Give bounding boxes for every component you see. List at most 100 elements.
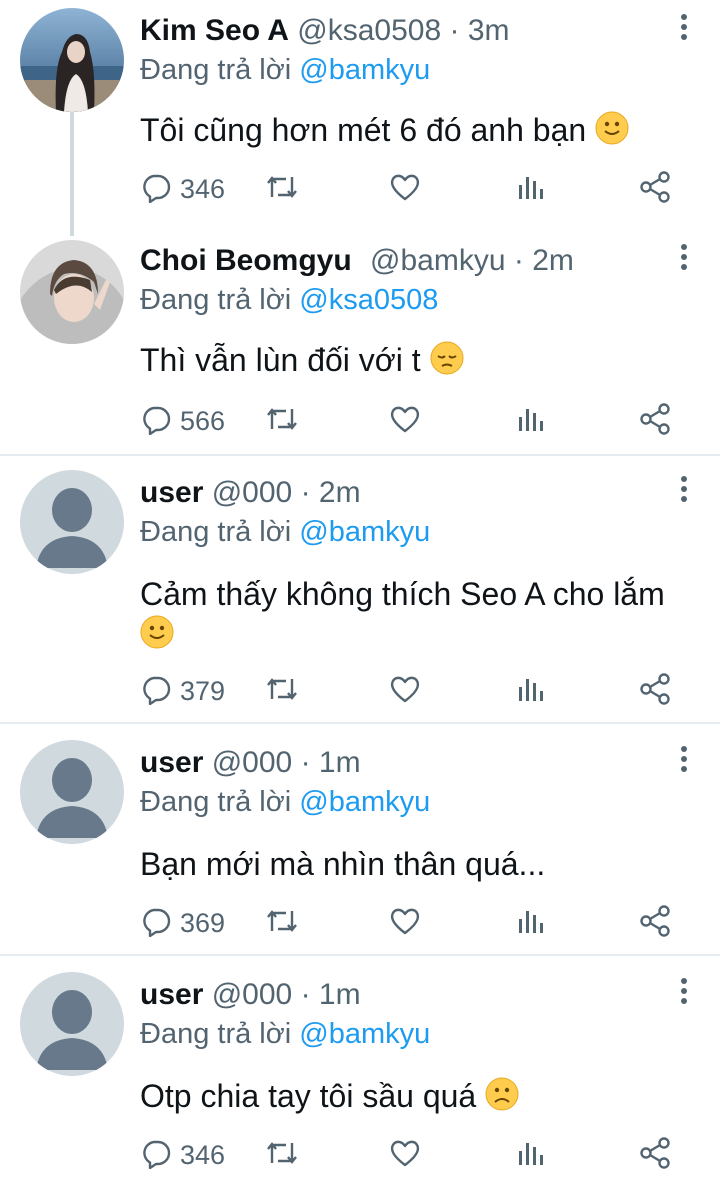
reply-context: Đang trả lời @bamkyu	[140, 54, 430, 87]
separator-dot: ·	[449, 14, 460, 47]
more-options-icon[interactable]	[678, 14, 690, 44]
retweet-icon	[264, 673, 300, 710]
tweet-text: Thì vẫn lùn đối với t	[140, 340, 700, 384]
slightly-smiling-face-emoji-icon	[595, 111, 629, 154]
display-name[interactable]: Kim Seo A	[140, 14, 289, 47]
user-handle[interactable]: @000	[212, 476, 293, 509]
display-name[interactable]: user	[140, 746, 203, 779]
avatar[interactable]	[20, 8, 124, 112]
reply-context: Đang trả lời @bamkyu	[140, 516, 430, 549]
tweet[interactable]: user @000 · 1m Đang trả lời @bamkyu Bạn …	[0, 732, 720, 954]
analytics-button[interactable]	[516, 404, 546, 438]
reply-to-mention[interactable]: @bamkyu	[299, 786, 430, 818]
like-button[interactable]	[388, 172, 422, 206]
share-button[interactable]	[638, 904, 672, 943]
reply-count: 566	[180, 405, 226, 436]
display-name[interactable]: user	[140, 476, 203, 509]
timestamp[interactable]: 1m	[319, 978, 361, 1011]
timestamp[interactable]: 2m	[532, 244, 574, 277]
tweet-text-content: Otp chia tay tôi sầu quá	[140, 1078, 477, 1114]
reply-prefix: Đang trả lời	[140, 284, 292, 316]
reply-prefix: Đang trả lời	[140, 54, 292, 86]
separator-dot: ·	[300, 476, 311, 509]
timestamp[interactable]: 2m	[319, 476, 361, 509]
reply-prefix: Đang trả lời	[140, 516, 292, 548]
reply-button[interactable]: 379	[140, 674, 225, 708]
reply-count: 346	[180, 173, 226, 204]
reply-to-mention[interactable]: @bamkyu	[299, 1018, 430, 1050]
heart-icon	[388, 1137, 422, 1174]
more-options-icon[interactable]	[678, 978, 690, 1008]
tweet[interactable]: user @000 · 2m Đang trả lời @bamkyu Cảm …	[0, 462, 720, 722]
separator-dot: ·	[300, 978, 311, 1011]
separator-dot: ·	[513, 244, 524, 277]
tweet-divider	[0, 954, 720, 956]
analytics-button[interactable]	[516, 172, 546, 206]
user-handle[interactable]: @000	[212, 978, 293, 1011]
share-icon	[638, 904, 672, 943]
reply-to-mention[interactable]: @ksa0508	[299, 284, 438, 316]
default-avatar[interactable]	[20, 972, 124, 1076]
share-button[interactable]	[638, 170, 672, 209]
user-handle[interactable]: @bamkyu	[370, 244, 506, 277]
retweet-button[interactable]	[264, 1138, 300, 1172]
reply-context: Đang trả lời @ksa0508	[140, 284, 438, 317]
analytics-button[interactable]	[516, 1138, 546, 1172]
slightly-smiling-face-emoji-icon	[140, 615, 174, 658]
tweet-text: Bạn mới mà nhìn thân quá...	[140, 844, 700, 884]
avatar[interactable]	[20, 240, 124, 344]
reply-to-mention[interactable]: @bamkyu	[299, 54, 430, 86]
share-icon	[638, 170, 672, 209]
share-icon	[638, 402, 672, 441]
heart-icon	[388, 673, 422, 710]
share-button[interactable]	[638, 402, 672, 441]
retweet-button[interactable]	[264, 404, 300, 438]
analytics-button[interactable]	[516, 674, 546, 708]
like-button[interactable]	[388, 404, 422, 438]
retweet-button[interactable]	[264, 172, 300, 206]
tweet[interactable]: user @000 · 1m Đang trả lời @bamkyu Otp …	[0, 964, 720, 1177]
reply-icon	[140, 1137, 172, 1174]
reply-context: Đang trả lời @bamkyu	[140, 786, 430, 819]
default-avatar[interactable]	[20, 470, 124, 574]
like-button[interactable]	[388, 674, 422, 708]
reply-prefix: Đang trả lời	[140, 786, 292, 818]
tweet-text: Tôi cũng hơn mét 6 đó anh bạn	[140, 110, 700, 154]
timestamp[interactable]: 1m	[319, 746, 361, 779]
timestamp[interactable]: 3m	[468, 14, 510, 47]
tweet-text-content: Tôi cũng hơn mét 6 đó anh bạn	[140, 112, 587, 148]
default-avatar[interactable]	[20, 740, 124, 844]
more-options-icon[interactable]	[678, 476, 690, 506]
share-icon	[638, 672, 672, 711]
analytics-button[interactable]	[516, 906, 546, 940]
like-button[interactable]	[388, 1138, 422, 1172]
bar-chart-icon	[516, 1137, 546, 1174]
retweet-button[interactable]	[264, 906, 300, 940]
reply-count: 379	[180, 675, 226, 706]
tweet-text: Cảm thấy không thích Seo A cho lắm	[140, 574, 700, 658]
like-button[interactable]	[388, 906, 422, 940]
display-name[interactable]: user	[140, 978, 203, 1011]
user-handle[interactable]: @ksa0508	[297, 14, 441, 47]
reply-icon	[140, 171, 172, 208]
reply-to-mention[interactable]: @bamkyu	[299, 516, 430, 548]
tweet[interactable]: Kim Seo A @ksa0508 · 3m Đang trả lời @ba…	[0, 0, 720, 230]
reply-button[interactable]: 566	[140, 404, 225, 438]
retweet-icon	[264, 1137, 300, 1174]
display-name[interactable]: Choi Beomgyu	[140, 244, 352, 277]
heart-icon	[388, 905, 422, 942]
reply-count: 346	[180, 1139, 226, 1170]
share-button[interactable]	[638, 672, 672, 711]
reply-button[interactable]: 369	[140, 906, 225, 940]
tweet-text: Otp chia tay tôi sầu quá	[140, 1076, 700, 1120]
bar-chart-icon	[516, 905, 546, 942]
user-handle[interactable]: @000	[212, 746, 293, 779]
share-button[interactable]	[638, 1136, 672, 1172]
reply-button[interactable]: 346	[140, 172, 225, 206]
tweet-text-content: Cảm thấy không thích Seo A cho lắm	[140, 576, 665, 612]
retweet-button[interactable]	[264, 674, 300, 708]
more-options-icon[interactable]	[678, 746, 690, 776]
more-options-icon[interactable]	[678, 244, 690, 274]
tweet[interactable]: Choi Beomgyu @bamkyu · 2m Đang trả lời @…	[0, 230, 720, 454]
reply-button[interactable]: 346	[140, 1138, 225, 1172]
